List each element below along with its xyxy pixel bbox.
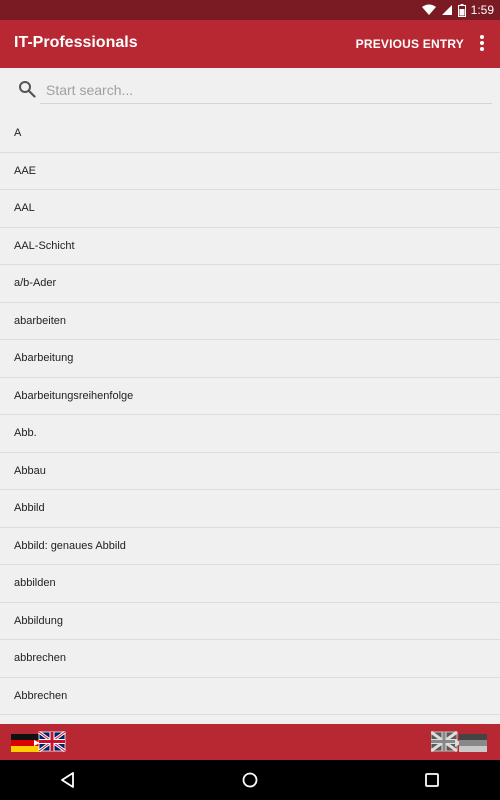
list-item[interactable]: Abarbeitungsreihenfolge: [0, 378, 500, 415]
bottom-bar: [0, 724, 500, 760]
list-item[interactable]: AAL-Schicht: [0, 228, 500, 265]
navigation-bar: [0, 760, 500, 800]
list-item[interactable]: abbilden: [0, 565, 500, 603]
list-item[interactable]: Abbildung: [0, 603, 500, 640]
recents-icon[interactable]: [422, 770, 442, 790]
german-english-flag-icon[interactable]: [11, 730, 67, 753]
search-input[interactable]: [40, 76, 492, 104]
overflow-menu-icon[interactable]: [478, 34, 486, 54]
signal-icon: [441, 5, 452, 15]
app-title: IT-Professionals: [14, 34, 138, 51]
entry-list[interactable]: A AAE AAL AAL-Schicht a/b-Ader abarbeiten Abar…: [0, 115, 500, 724]
status-bar: 1:59: [0, 0, 500, 20]
english-german-flag-icon[interactable]: [430, 730, 487, 753]
list-item[interactable]: A: [0, 115, 500, 153]
app-bar: IT-Professionals PREVIOUS ENTRY: [0, 20, 500, 68]
search-icon: [19, 81, 36, 98]
status-icons: 1:59: [421, 2, 494, 18]
home-icon[interactable]: [240, 770, 260, 790]
wifi-icon: [421, 4, 436, 15]
list-item[interactable]: Abbrechen: [0, 678, 500, 715]
status-time: 1:59: [470, 3, 494, 17]
list-item[interactable]: abarbeiten: [0, 303, 500, 340]
back-icon[interactable]: [58, 770, 78, 790]
list-item[interactable]: a/b-Ader: [0, 265, 500, 303]
list-item[interactable]: Abbild: [0, 490, 500, 528]
list-item[interactable]: Abbild: genaues Abbild: [0, 528, 500, 565]
list-item[interactable]: abbrechen: [0, 640, 500, 678]
battery-icon: [457, 3, 466, 17]
list-item[interactable]: Abarbeitung: [0, 340, 500, 378]
list-item[interactable]: Abb.: [0, 415, 500, 453]
list-item[interactable]: Abbau: [0, 453, 500, 490]
search-bar: [0, 68, 500, 114]
list-item[interactable]: AAL: [0, 190, 500, 228]
previous-entry-button[interactable]: PREVIOUS ENTRY: [356, 37, 464, 51]
list-item[interactable]: AAE: [0, 153, 500, 190]
